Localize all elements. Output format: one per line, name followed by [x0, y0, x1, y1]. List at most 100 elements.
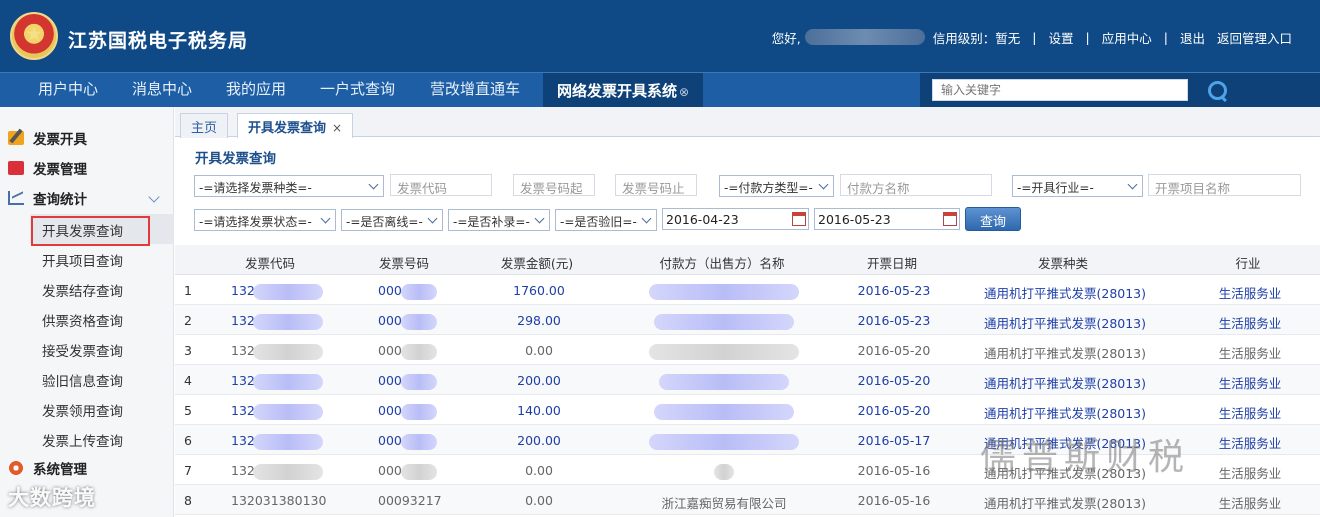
close-icon[interactable]: ×	[332, 121, 342, 135]
sidebar-group-invoice-issue[interactable]: 发票开具	[8, 128, 87, 148]
redacted-code	[253, 374, 323, 390]
cell-no: 7	[184, 463, 192, 478]
cell-industry[interactable]: 生活服务业	[1219, 313, 1282, 332]
table-row[interactable]: 5 1320 000 140.00 2016-05-20 通用机打平推式发票(28013)…	[175, 395, 1320, 425]
cell-kind[interactable]: 通用机打平推式发票(28013)	[984, 343, 1146, 362]
cell-date[interactable]: 2016-05-20	[858, 343, 931, 358]
cell-kind[interactable]: 通用机打平推式发票(28013)	[984, 313, 1146, 332]
redacted-number	[401, 284, 437, 300]
sidebar-item-invoice-stock-query[interactable]: 发票结存查询	[42, 280, 123, 300]
cell-date[interactable]: 2016-05-23	[858, 283, 931, 298]
cell-amount[interactable]: 0.00	[525, 343, 553, 358]
verified-select[interactable]: -=是否验旧=-	[555, 209, 657, 231]
payer-name-input[interactable]: 付款方名称	[840, 174, 992, 196]
cell-number[interactable]: 000	[378, 403, 402, 418]
cell-kind[interactable]: 通用机打平推式发票(28013)	[984, 403, 1146, 422]
table-row[interactable]: 2 1320 000 298.00 2016-05-23 通用机打平推式发票(28013)…	[175, 305, 1320, 335]
search-input[interactable]	[932, 79, 1188, 101]
cell-kind[interactable]: 通用机打平推式发票(28013)	[984, 373, 1146, 392]
cell-number[interactable]: 00093217	[378, 493, 442, 508]
chevron-down-icon	[319, 210, 335, 230]
redacted-payer	[654, 314, 794, 330]
table-row[interactable]: 1 1320 000 1760.00 2016-05-23 通用机打平推式发票(28013…	[175, 275, 1320, 305]
separator: |	[1163, 29, 1168, 45]
tab-issued-invoice-query[interactable]: 开具发票查询 ×	[237, 113, 354, 138]
item-name-input[interactable]: 开票项目名称	[1148, 174, 1301, 196]
nav-one-stop-query[interactable]: 一户式查询	[320, 78, 395, 99]
close-icon[interactable]: ⊗	[679, 85, 689, 99]
cell-industry[interactable]: 生活服务业	[1219, 343, 1282, 362]
sidebar-group-invoice-manage[interactable]: 发票管理	[8, 158, 87, 178]
invoice-type-select[interactable]: -=请选择发票种类=-	[194, 175, 384, 197]
settings-link[interactable]: 设置	[1049, 28, 1074, 47]
cell-payer[interactable]: 浙江嘉痴贸易有限公司	[661, 493, 786, 512]
nav-message-center[interactable]: 消息中心	[132, 78, 192, 99]
watermark-left: 大数跨境	[8, 486, 96, 510]
cell-amount[interactable]: 140.00	[517, 403, 561, 418]
invoice-status-select[interactable]: -=请选择发票状态=-	[194, 209, 336, 231]
invoice-code-input[interactable]: 发票代码	[390, 174, 492, 196]
date-from-input[interactable]: 2016-04-23	[662, 208, 809, 230]
calendar-icon[interactable]	[943, 212, 957, 226]
cell-industry[interactable]: 生活服务业	[1219, 373, 1282, 392]
calendar-icon[interactable]	[792, 212, 806, 226]
date-to-input[interactable]: 2016-05-23	[814, 208, 960, 230]
cell-number[interactable]: 000	[378, 463, 402, 478]
sidebar-item-invoice-upload-query[interactable]: 发票上传查询	[42, 430, 123, 450]
cell-date[interactable]: 2016-05-16	[858, 463, 931, 478]
supplement-select[interactable]: -=是否补录=-	[448, 209, 550, 231]
logout-link[interactable]: 退出	[1180, 28, 1205, 47]
sidebar-item-invoice-collection-query[interactable]: 发票领用查询	[42, 400, 123, 420]
cell-amount[interactable]: 0.00	[525, 463, 553, 478]
sidebar-item-received-invoice-query[interactable]: 接受发票查询	[42, 340, 123, 360]
offline-select[interactable]: -=是否离线=-	[341, 209, 443, 231]
app-center-link[interactable]: 应用中心	[1102, 28, 1152, 47]
cell-date[interactable]: 2016-05-17	[858, 433, 931, 448]
industry-select[interactable]: -=开具行业=-	[1012, 175, 1143, 197]
payer-type-select[interactable]: -=付款方类型=-	[719, 175, 834, 197]
cell-industry[interactable]: 生活服务业	[1219, 403, 1282, 422]
cell-kind[interactable]: 通用机打平推式发票(28013)	[984, 283, 1146, 302]
cell-number[interactable]: 000	[378, 433, 402, 448]
table-row[interactable]: 3 1320 0009 0.00 2016-05-20 通用机打平推式发票(28013) 生…	[175, 335, 1320, 365]
cell-industry[interactable]: 生活服务业	[1219, 463, 1282, 482]
nav-user-center[interactable]: 用户中心	[38, 78, 98, 99]
cell-kind[interactable]: 通用机打平推式发票(28013)	[984, 493, 1146, 512]
cell-date[interactable]: 2016-05-23	[858, 313, 931, 328]
col-issue-date: 开票日期	[866, 256, 918, 271]
table-row[interactable]: 4 1320 000 200.00 2016-05-20 通用机打平推式发票(28013)…	[175, 365, 1320, 395]
cell-date[interactable]: 2016-05-20	[858, 373, 931, 388]
cell-code[interactable]: 132031380130	[231, 493, 326, 508]
cell-number[interactable]: 000	[378, 373, 402, 388]
cell-industry[interactable]: 生活服务业	[1219, 493, 1282, 512]
invoice-no-end-input[interactable]: 发票号码止	[615, 174, 697, 196]
sidebar-group-query-stats[interactable]: 查询统计	[8, 188, 87, 208]
sidebar-item-issued-item-query[interactable]: 开具项目查询	[42, 250, 123, 270]
cell-number[interactable]: 000	[378, 283, 402, 298]
table-row[interactable]: 8 132031380130 00093217 0.00 浙江嘉痴贸易有限公司 2016-…	[175, 485, 1320, 515]
nav-my-apps[interactable]: 我的应用	[226, 78, 286, 99]
cell-industry[interactable]: 生活服务业	[1219, 283, 1282, 302]
nav-online-invoicing[interactable]: 网络发票开具系统 ⊗	[543, 73, 704, 108]
cell-number[interactable]: 000	[378, 313, 402, 328]
cell-amount[interactable]: 1760.00	[513, 283, 565, 298]
invoice-no-start-input[interactable]: 发票号码起	[513, 174, 595, 196]
cell-amount[interactable]: 200.00	[517, 373, 561, 388]
cell-amount[interactable]: 298.00	[517, 313, 561, 328]
cell-amount[interactable]: 0.00	[525, 493, 553, 508]
search-icon[interactable]	[1206, 79, 1230, 103]
admin-entry-link[interactable]: 返回管理入口	[1217, 28, 1292, 47]
nav-vat-reform[interactable]: 营改增直通车	[430, 78, 520, 99]
cell-date[interactable]: 2016-05-16	[858, 493, 931, 508]
cell-industry[interactable]: 生活服务业	[1219, 433, 1282, 452]
sidebar-group-system-manage[interactable]: 系统管理	[8, 458, 87, 478]
redacted-payer	[714, 464, 734, 480]
sidebar-item-verification-query[interactable]: 验旧信息查询	[42, 370, 123, 390]
cell-date[interactable]: 2016-05-20	[858, 403, 931, 418]
cell-code[interactable]: 132	[231, 433, 255, 448]
tab-home[interactable]: 主页	[180, 113, 229, 138]
redacted-number	[401, 314, 437, 330]
cell-amount[interactable]: 200.00	[517, 433, 561, 448]
query-button[interactable]: 查询	[965, 207, 1021, 231]
sidebar-item-supply-qualification-query[interactable]: 供票资格查询	[42, 310, 123, 330]
